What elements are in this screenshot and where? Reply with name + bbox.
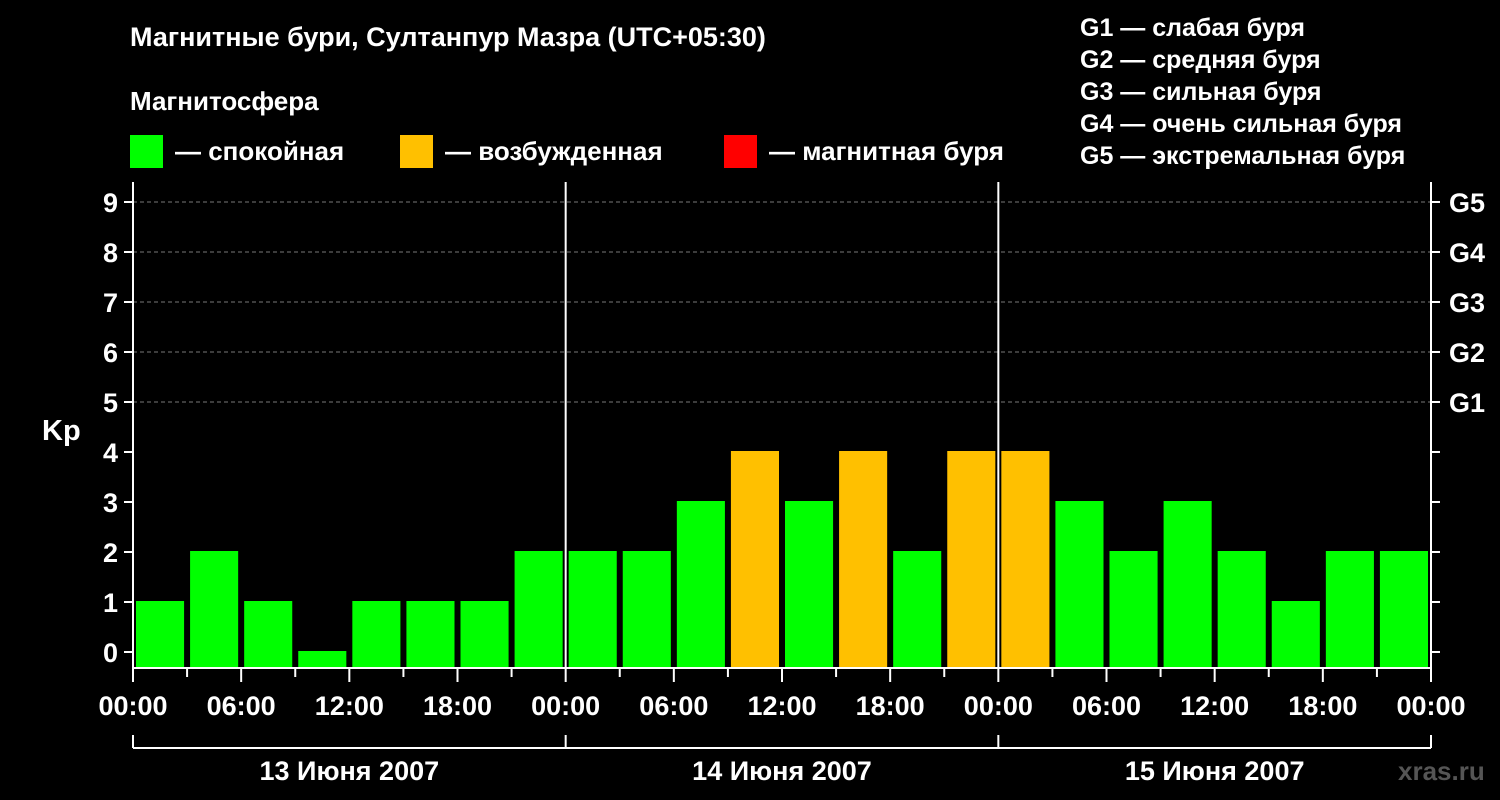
x-tick-label: 06:00 — [207, 691, 276, 721]
y-tick-label: 6 — [103, 338, 118, 368]
g-tick-label: G3 — [1449, 288, 1485, 318]
g-tick-label: G5 — [1449, 188, 1485, 218]
x-tick-label: 18:00 — [856, 691, 925, 721]
x-tick-label: 18:00 — [1288, 691, 1357, 721]
day-label: 13 Июня 2007 — [260, 756, 440, 786]
y-tick-label: 9 — [103, 188, 118, 218]
kp-bar — [1379, 551, 1428, 668]
kp-bar — [947, 451, 996, 668]
kp-bar — [514, 551, 563, 668]
kp-bar — [1217, 551, 1266, 668]
kp-bar — [622, 551, 671, 668]
y-tick-label: 2 — [103, 538, 118, 568]
y-tick-label: 0 — [103, 638, 118, 668]
x-tick-label: 00:00 — [531, 691, 600, 721]
kp-bar — [676, 501, 725, 668]
y-tick-label: 1 — [103, 588, 118, 618]
x-tick-label: 12:00 — [1180, 691, 1249, 721]
kp-bar — [460, 601, 509, 668]
kp-bar — [1001, 451, 1050, 668]
x-tick-label: 00:00 — [1396, 691, 1465, 721]
x-tick-label: 06:00 — [1072, 691, 1141, 721]
kp-bar — [730, 451, 779, 668]
kp-bar — [352, 601, 401, 668]
kp-bar — [190, 551, 239, 668]
y-tick-label: 5 — [103, 388, 118, 418]
kp-bar — [136, 601, 185, 668]
y-tick-label: 8 — [103, 238, 118, 268]
y-tick-label: 4 — [103, 438, 118, 468]
g-tick-label: G4 — [1449, 238, 1485, 268]
kp-bar — [406, 601, 455, 668]
x-tick-label: 00:00 — [964, 691, 1033, 721]
kp-bar — [568, 551, 617, 668]
x-tick-label: 18:00 — [423, 691, 492, 721]
x-tick-label: 00:00 — [98, 691, 167, 721]
day-label: 15 Июня 2007 — [1125, 756, 1305, 786]
y-axis-label: Kp — [42, 415, 81, 447]
watermark: xras.ru — [1398, 756, 1485, 786]
kp-bar — [1055, 501, 1104, 668]
y-tick-label: 3 — [103, 488, 118, 518]
kp-bar — [1271, 601, 1320, 668]
kp-bar — [298, 651, 347, 668]
kp-bar — [1109, 551, 1158, 668]
x-tick-label: 06:00 — [639, 691, 708, 721]
g-tick-label: G1 — [1449, 388, 1485, 418]
y-tick-label: 7 — [103, 288, 118, 318]
day-label: 14 Июня 2007 — [692, 756, 872, 786]
g-tick-label: G2 — [1449, 338, 1485, 368]
kp-bar — [893, 551, 942, 668]
kp-bar — [244, 601, 293, 668]
kp-bar — [1325, 551, 1374, 668]
kp-bar — [1163, 501, 1212, 668]
x-tick-label: 12:00 — [747, 691, 816, 721]
kp-bar — [839, 451, 888, 668]
kp-bar — [785, 501, 834, 668]
kp-bar-chart: 0 1 2 3 4 5 6 7 8 9 G1 G2 G3 G4 G5 Kp 00:00 06:00 12:00 18:… — [42, 182, 1485, 786]
x-tick-label: 12:00 — [315, 691, 384, 721]
